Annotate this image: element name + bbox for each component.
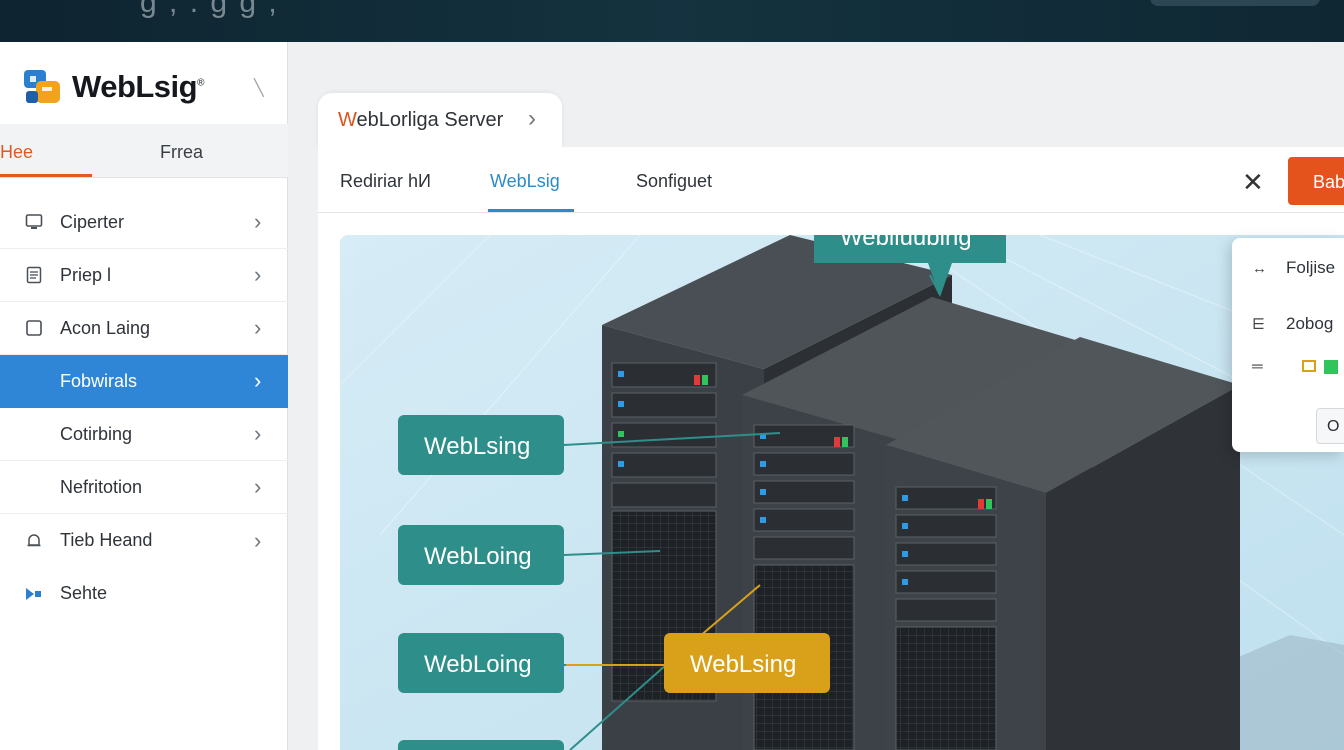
- tab-weblsig[interactable]: WebLsig: [490, 171, 560, 192]
- sidebar: WebLsig® ╲ Hee Frrea Ciperter › Priep l …: [0, 42, 288, 750]
- top-banner: g , . g g ,: [0, 0, 1344, 42]
- sidebar-item-label: Priep l: [60, 264, 112, 285]
- sidebar-item-priep[interactable]: Priep l ›: [0, 249, 288, 302]
- sidebar-item-label: Ciperter: [60, 211, 125, 232]
- tab-sonfiguet[interactable]: Sonfiguet: [636, 171, 712, 192]
- breadcrumb[interactable]: WebLorliga Server ›: [318, 93, 562, 149]
- illustration-label-highlight: WebLsing: [690, 651, 796, 678]
- popup-row-label: 2obog: [1286, 314, 1334, 333]
- illustration-label: WebLsing: [424, 433, 530, 460]
- sidebar-item-label: Cotirbing: [60, 423, 133, 444]
- sidebar-item-acon-laing[interactable]: Acon Laing ›: [0, 302, 288, 355]
- sidebar-item-ciperter[interactable]: Ciperter ›: [0, 196, 288, 249]
- menu-icon: ═: [1252, 358, 1263, 375]
- sidebar-item-label: Nefritotion: [60, 476, 143, 497]
- popup-button[interactable]: O: [1316, 408, 1344, 444]
- sidebar-item-label: Fobwirals: [60, 370, 138, 391]
- chevron-right-icon: ›: [528, 105, 536, 132]
- chevron-right-icon: ›: [254, 368, 262, 393]
- floating-popup: ↔ Foljise ⋿ 2obog ═ O: [1232, 238, 1344, 452]
- breadcrumb-text: WebLorliga Server: [338, 109, 504, 131]
- sidebar-tab-area[interactable]: Frrea: [160, 142, 203, 163]
- logo-text: WebLsig®: [72, 69, 204, 104]
- content-panel: Rediriar hИ WebLsig Sonfiguet ✕ Bab Webl…: [318, 147, 1344, 750]
- banner-pill: [1150, 0, 1320, 6]
- popup-row-label: Foljise: [1286, 258, 1336, 277]
- popup-row[interactable]: ↔ Foljise: [1252, 258, 1335, 278]
- list-status-icon: [1302, 359, 1338, 374]
- illustration-label: WebLoing: [424, 543, 532, 570]
- logo-mark-icon: [22, 67, 64, 107]
- chevron-right-icon: ›: [254, 421, 262, 446]
- chevron-right-icon: ›: [254, 474, 262, 499]
- arrows-icon: ↔: [1252, 259, 1267, 277]
- popup-row[interactable]: ⋿ 2obog: [1252, 314, 1333, 334]
- illustration-label: WebLoing: [424, 651, 532, 678]
- chevron-right-icon: ›: [254, 315, 262, 340]
- close-icon[interactable]: ✕: [1242, 167, 1264, 198]
- active-tab-underline: [488, 209, 574, 212]
- app-logo[interactable]: WebLsig®: [22, 64, 204, 110]
- chevron-right-icon: ›: [254, 527, 262, 553]
- server-illustration: Weblluubing WebLsing WebLoing WebLoing W…: [340, 235, 1344, 750]
- monitor-icon: [24, 212, 44, 232]
- sidebar-item-tieb-heand[interactable]: Tieb Heand ›: [0, 514, 288, 567]
- sidebar-item-fobwirals[interactable]: Fobwirals ›: [0, 355, 288, 408]
- sidebar-item-cotirbing[interactable]: Cotirbing ›: [0, 408, 288, 461]
- sidebar-item-nefritotion[interactable]: Nefritotion ›: [0, 461, 288, 514]
- document-icon: [24, 265, 44, 285]
- sidebar-menu: Ciperter › Priep l › Acon Laing › Fobwir…: [0, 196, 288, 620]
- action-button[interactable]: Bab: [1288, 157, 1344, 205]
- sidebar-tabs: Hee Frrea: [0, 124, 288, 178]
- main-area: WebLorliga Server › Rediriar hИ WebLsig …: [318, 93, 1344, 750]
- chevron-right-icon: ›: [254, 209, 262, 234]
- collapse-icon[interactable]: ╲: [254, 78, 270, 97]
- pointer-icon: [24, 584, 44, 604]
- sidebar-tab-underline: [0, 174, 92, 177]
- square-icon: [24, 318, 44, 338]
- sidebar-item-label: Tieb Heand: [60, 530, 153, 550]
- chevron-right-icon: ›: [254, 262, 262, 287]
- tab-bar: Rediriar hИ WebLsig Sonfiguet ✕ Bab: [318, 147, 1344, 213]
- banner-ghost-text: g , . g g ,: [140, 0, 279, 19]
- sliders-icon: ⋿: [1252, 316, 1266, 333]
- bell-icon: [24, 531, 44, 551]
- popup-row[interactable]: ═: [1252, 358, 1338, 375]
- sidebar-item-sehte[interactable]: Sehte: [0, 567, 288, 620]
- tab-rediriar[interactable]: Rediriar hИ: [340, 171, 431, 192]
- sidebar-item-label: Sehte: [60, 583, 108, 603]
- illustration-top-banner: Weblluubing: [840, 235, 972, 251]
- sidebar-tab-home[interactable]: Hee: [0, 142, 33, 163]
- sidebar-item-label: Acon Laing: [60, 317, 151, 338]
